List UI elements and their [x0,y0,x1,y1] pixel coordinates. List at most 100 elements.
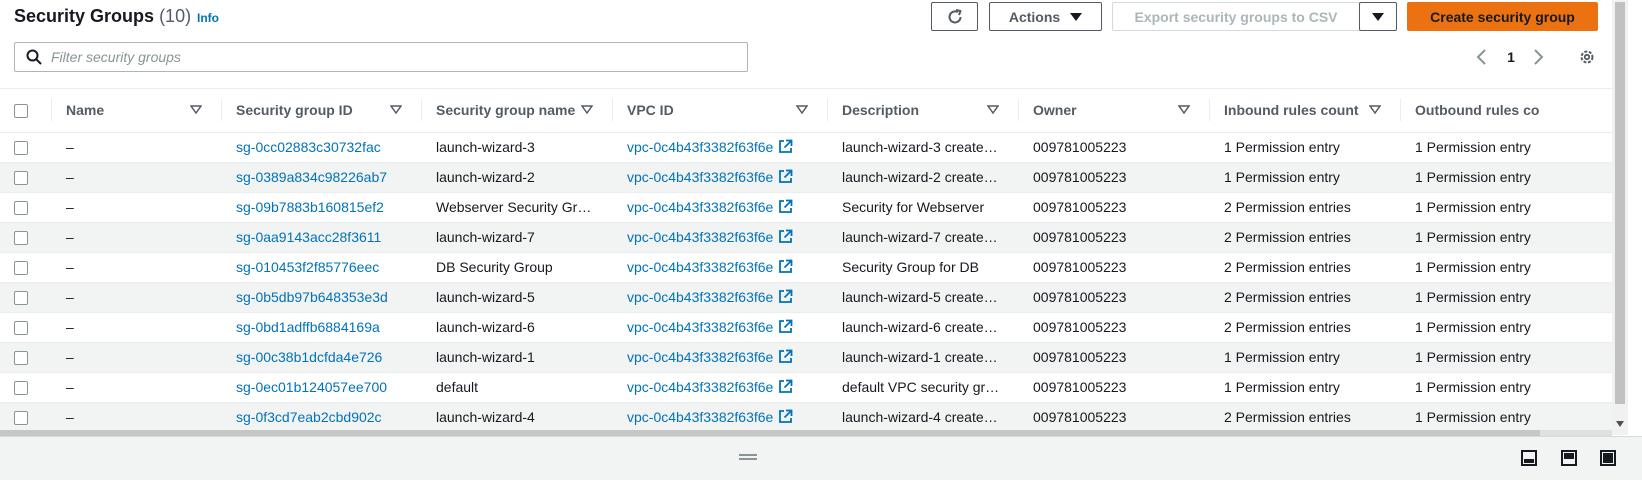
vpc-id-link[interactable]: vpc-0c4b43f3382f63f6e [627,349,773,365]
table-row[interactable]: – sg-09b7883b160815ef2 Webserver Securit… [0,192,1612,223]
column-label: Outbound rules co [1415,102,1540,119]
external-link-icon[interactable] [778,379,793,394]
row-checkbox[interactable] [14,321,28,336]
vpc-id-link[interactable]: vpc-0c4b43f3382f63f6e [627,259,773,275]
scroll-down-arrow-icon[interactable] [1616,421,1624,427]
inbound-rules-cell: 2 Permission entries [1210,282,1401,313]
table-row[interactable]: – sg-0bd1adffb6884169a launch-wizard-6 v… [0,312,1612,343]
external-link-icon[interactable] [778,289,793,304]
export-csv-button[interactable]: Export security groups to CSV [1112,2,1360,31]
actions-button[interactable]: Actions [989,2,1102,31]
row-checkbox[interactable] [14,171,28,186]
vpc-id-link[interactable]: vpc-0c4b43f3382f63f6e [627,409,773,425]
vpc-id-link[interactable]: vpc-0c4b43f3382f63f6e [627,319,773,335]
inbound-rules-cell: 1 Permission entry [1210,162,1401,193]
row-checkbox[interactable] [14,231,28,246]
table-row[interactable]: – sg-0ec01b124057ee700 default vpc-0c4b4… [0,372,1612,403]
row-checkbox[interactable] [14,291,28,306]
column-header-name[interactable]: Name [52,89,222,133]
chevron-left-icon [1476,49,1486,65]
vpc-id-link[interactable]: vpc-0c4b43f3382f63f6e [627,289,773,305]
external-link-icon[interactable] [778,319,793,334]
vpc-id-link[interactable]: vpc-0c4b43f3382f63f6e [627,139,773,155]
column-header-owner[interactable]: Owner [1019,89,1210,133]
security-group-id-link[interactable]: sg-0aa9143acc28f3611 [222,222,422,253]
sort-icon [190,105,202,115]
inbound-rules-cell: 2 Permission entries [1210,222,1401,253]
next-page-button[interactable] [1531,46,1545,68]
row-checkbox[interactable] [14,351,28,366]
inbound-rules-cell: 2 Permission entries [1210,312,1401,343]
owner-cell: 009781005223 [1019,402,1210,433]
security-group-id-link[interactable]: sg-0ec01b124057ee700 [222,372,422,403]
description-cell: launch-wizard-1 create… [828,342,1019,373]
create-security-group-button[interactable]: Create security group [1407,2,1598,31]
table-header-row: Name Security group ID Security group na… [0,89,1612,133]
vpc-id-link[interactable]: vpc-0c4b43f3382f63f6e [627,229,773,245]
security-group-id-link[interactable]: sg-0f3cd7eab2cbd902c [222,402,422,433]
row-checkbox[interactable] [14,201,28,216]
external-link-icon[interactable] [778,259,793,274]
vpc-id-link[interactable]: vpc-0c4b43f3382f63f6e [627,199,773,215]
table-row[interactable]: – sg-0cc02883c30732fac launch-wizard-3 v… [0,132,1612,163]
info-link[interactable]: Info [197,11,219,25]
row-checkbox[interactable] [14,261,28,276]
name-cell: – [52,252,222,283]
table-row[interactable]: – sg-0aa9143acc28f3611 launch-wizard-7 v… [0,222,1612,253]
panel-full-icon[interactable] [1600,450,1616,466]
external-link-icon[interactable] [778,229,793,244]
security-group-name-cell: launch-wizard-3 [422,132,613,163]
vertical-scrollbar-thumb[interactable] [1615,2,1625,404]
security-group-id-link[interactable]: sg-0cc02883c30732fac [222,132,422,163]
panel-side-icon[interactable] [1561,450,1577,466]
sort-icon [1178,105,1190,115]
table-row[interactable]: – sg-00c38b1dcfda4e726 launch-wizard-1 v… [0,342,1612,373]
panel-bottom-icon[interactable] [1521,450,1537,466]
export-dropdown-button[interactable] [1359,2,1397,31]
security-group-id-link[interactable]: sg-0bd1adffb6884169a [222,312,422,343]
security-group-id-link[interactable]: sg-010453f2f85776eec [222,252,422,283]
search-field[interactable] [14,42,748,72]
column-header-outbound-rules-count[interactable]: Outbound rules co [1401,89,1612,133]
search-input[interactable] [51,47,731,67]
table-row[interactable]: – sg-010453f2f85776eec DB Security Group… [0,252,1612,283]
table-row[interactable]: – sg-0f3cd7eab2cbd902c launch-wizard-4 v… [0,402,1612,433]
drag-handle-icon[interactable] [739,454,757,460]
preferences-button[interactable] [1578,46,1598,68]
table-row[interactable]: – sg-0b5db97b648353e3d launch-wizard-5 v… [0,282,1612,313]
row-checkbox[interactable] [14,411,28,426]
external-link-icon[interactable] [778,169,793,184]
vpc-id-cell: vpc-0c4b43f3382f63f6e [613,162,828,193]
column-label: Description [842,102,920,119]
row-checkbox[interactable] [14,381,28,396]
column-header-security-group-name[interactable]: Security group name [422,89,613,133]
external-link-icon[interactable] [778,139,793,154]
refresh-button[interactable] [931,2,978,31]
column-header-vpc-id[interactable]: VPC ID [613,89,828,133]
column-label: Security group ID [236,102,353,119]
security-group-id-link[interactable]: sg-0b5db97b648353e3d [222,282,422,313]
previous-page-button[interactable] [1475,46,1489,68]
column-header-description[interactable]: Description [828,89,1019,133]
inbound-rules-cell: 2 Permission entries [1210,402,1401,433]
name-cell: – [52,222,222,253]
page-number[interactable]: 1 [1504,46,1518,68]
vertical-scrollbar[interactable] [1612,0,1628,435]
actions-label: Actions [1008,8,1061,25]
external-link-icon[interactable] [778,409,793,424]
table-row[interactable]: – sg-0389a834c98226ab7 launch-wizard-2 v… [0,162,1612,193]
security-group-id-link[interactable]: sg-0389a834c98226ab7 [222,162,422,193]
column-header-security-group-id[interactable]: Security group ID [222,89,422,133]
row-select-cell [0,372,52,403]
select-all-checkbox[interactable] [14,104,28,119]
external-link-icon[interactable] [778,349,793,364]
row-checkbox[interactable] [14,141,28,156]
external-link-icon[interactable] [778,199,793,214]
outbound-rules-cell: 1 Permission entry [1401,192,1612,223]
security-group-id-link[interactable]: sg-00c38b1dcfda4e726 [222,342,422,373]
security-group-id-link[interactable]: sg-09b7883b160815ef2 [222,192,422,223]
caret-down-icon [1070,12,1083,21]
vpc-id-link[interactable]: vpc-0c4b43f3382f63f6e [627,169,773,185]
column-header-inbound-rules-count[interactable]: Inbound rules count [1210,89,1401,133]
vpc-id-link[interactable]: vpc-0c4b43f3382f63f6e [627,379,773,395]
